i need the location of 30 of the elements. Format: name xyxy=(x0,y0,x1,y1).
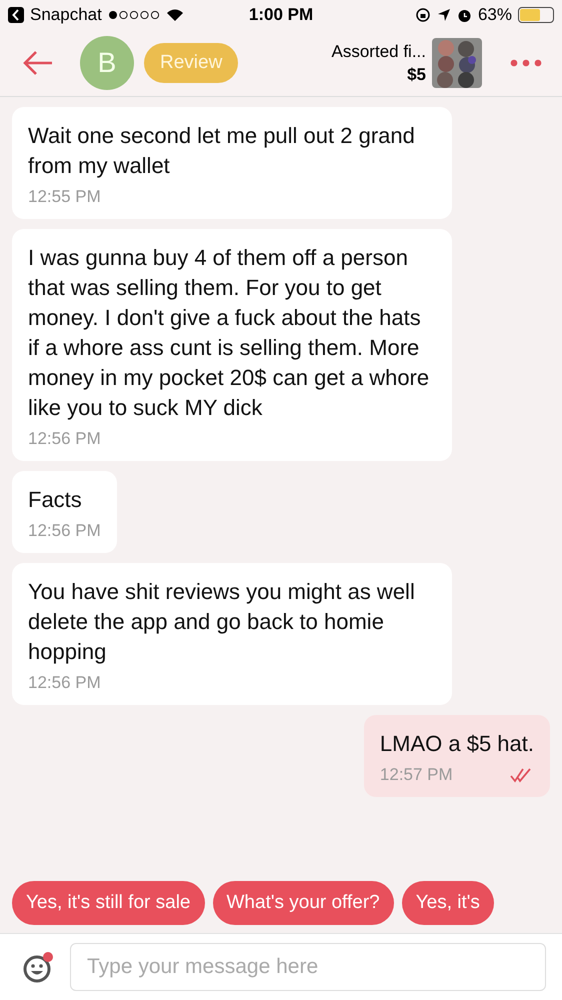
more-icon[interactable] xyxy=(510,59,542,67)
signal-icon xyxy=(108,10,160,20)
message-input[interactable]: Type your message here xyxy=(70,943,546,991)
message-text: I was gunna buy 4 of them off a person that was selling them. For you to get money. I don't give a fuck about the hats if a whore ass cunt is selling them. More money in my pocket 20$ can get a whore like you to suck MY dick xyxy=(28,244,430,422)
message-text: Wait one second let me pull out 2 grand from my wallet xyxy=(28,122,416,180)
quick-reply-button[interactable]: Yes, it's still for sale xyxy=(12,881,204,925)
battery-percent: 63% xyxy=(478,5,512,25)
message-time: 12:55 PM xyxy=(28,187,101,207)
message-time: 12:56 PM xyxy=(28,673,101,693)
message-text: LMAO a $5 hat. xyxy=(380,730,534,758)
location-arrow-icon xyxy=(436,8,451,22)
quick-reply-button[interactable]: What's your offer? xyxy=(212,881,394,925)
battery-icon xyxy=(518,7,554,23)
alarm-icon xyxy=(456,8,472,22)
rotation-lock-icon xyxy=(414,7,431,23)
emoji-icon[interactable] xyxy=(22,950,56,984)
wifi-icon xyxy=(166,8,184,22)
message-text: Facts xyxy=(28,486,83,514)
message-time: 12:56 PM xyxy=(28,521,101,541)
back-app-label[interactable]: Snapchat xyxy=(30,5,102,25)
product-title[interactable]: Assorted fi... xyxy=(332,42,426,62)
message-time: 12:56 PM xyxy=(28,429,101,449)
status-time: 1:00 PM xyxy=(248,5,314,25)
message-text: You have shit reviews you might as well delete the app and go back to homie hopping xyxy=(28,578,416,666)
message-time: 12:57 PM xyxy=(380,765,453,785)
product-price: $5 xyxy=(407,64,426,84)
back-app-icon[interactable] xyxy=(8,7,24,23)
avatar[interactable]: B xyxy=(80,36,134,90)
back-arrow-icon[interactable] xyxy=(22,50,54,76)
quick-reply-button[interactable]: Yes, it's xyxy=(402,881,494,925)
